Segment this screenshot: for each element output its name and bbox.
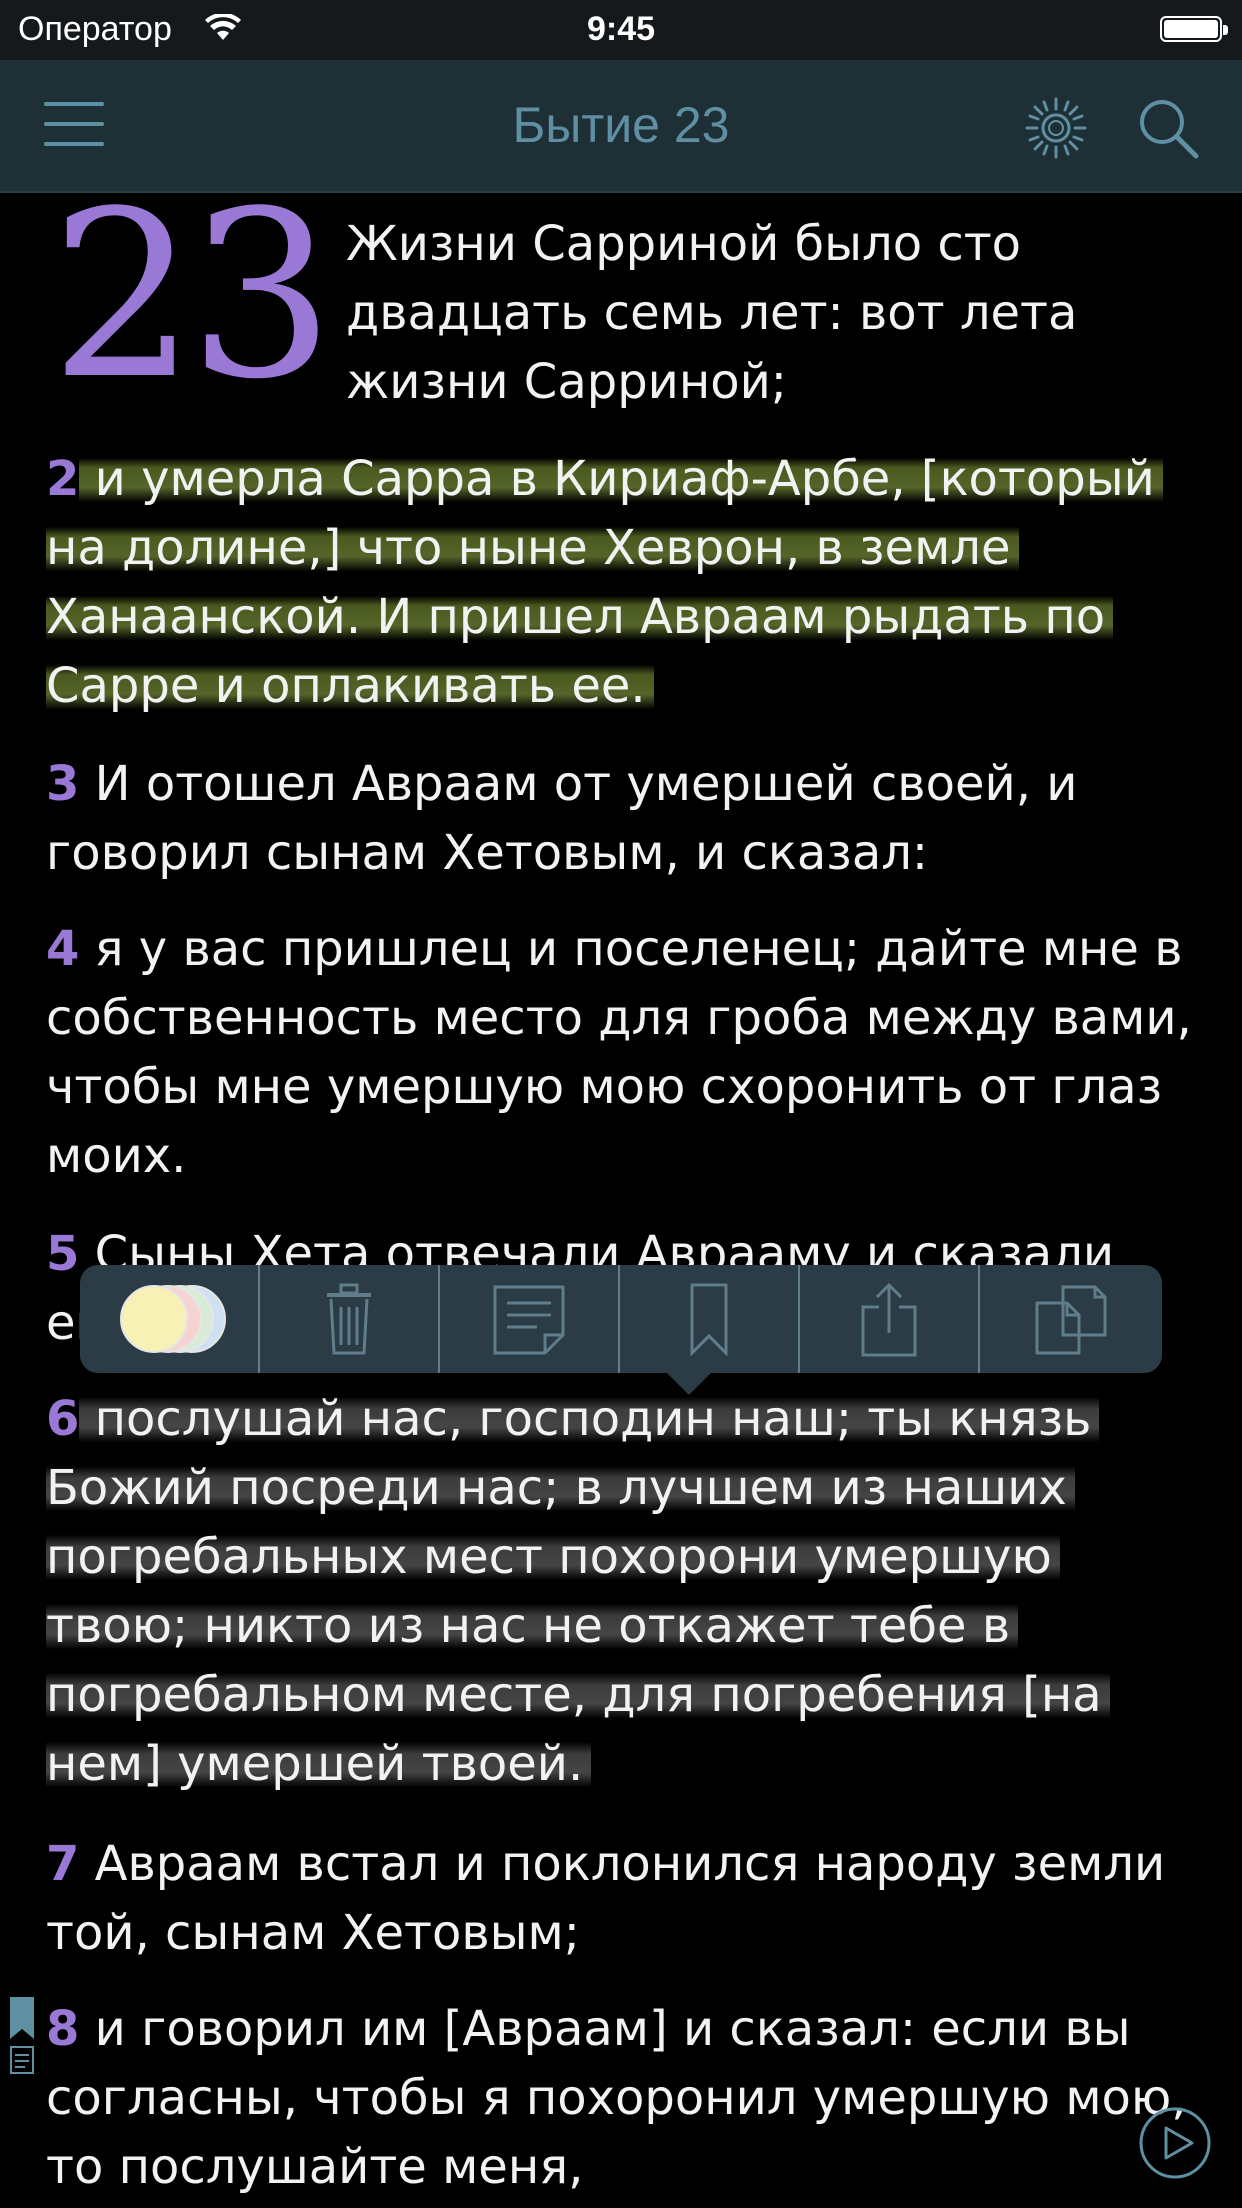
verse-action-popover — [80, 1265, 1162, 1395]
play-icon[interactable] — [1138, 2106, 1212, 2180]
battery-icon — [1160, 16, 1228, 42]
verse-6[interactable]: 6 послушай нас, господин наш; ты князь Б… — [46, 1385, 1206, 1799]
verse-3[interactable]: 3 И отошел Авраам от умершей своей, и го… — [46, 750, 1206, 888]
verse-1[interactable]: Жизни Сарриной было сто двадцать семь ле… — [346, 210, 1206, 417]
verse-number: 6 — [46, 1391, 80, 1447]
copy-button[interactable] — [980, 1265, 1162, 1373]
verse-4[interactable]: 4 я у вас пришлец и поселенец; дайте мне… — [46, 915, 1206, 1191]
popover-arrow — [665, 1371, 713, 1395]
verse-number: 8 — [46, 2001, 80, 2057]
verse-text: я у вас пришлец и поселенец; дайте мне в… — [46, 921, 1192, 1184]
highlight-colors-icon — [116, 1285, 226, 1353]
note-icon — [493, 1285, 565, 1355]
verse-number: 7 — [46, 1836, 80, 1892]
verse-8[interactable]: 8 и говорил им [Авраам] и сказал: если в… — [46, 1995, 1206, 2202]
share-button[interactable] — [800, 1265, 978, 1373]
copy-icon — [1035, 1285, 1107, 1355]
verse-number: 5 — [46, 1226, 80, 1282]
sun-icon[interactable] — [1024, 96, 1088, 160]
verse-number: 3 — [46, 756, 80, 812]
verse-text: и говорил им [Авраам] и сказал: если вы … — [46, 2001, 1187, 2195]
verse-number: 4 — [46, 921, 80, 977]
clock: 9:45 — [586, 10, 656, 48]
share-icon — [861, 1282, 917, 1357]
bookmark-button[interactable] — [620, 1265, 798, 1373]
status-bar: Оператор 9:45 — [0, 0, 1242, 60]
trash-icon — [327, 1283, 371, 1355]
bookmark-note-marker-icon[interactable] — [8, 1995, 36, 2079]
verse-2[interactable]: 2 и умерла Сарра в Кириаф-Арбе, [который… — [46, 445, 1206, 721]
note-button[interactable] — [440, 1265, 618, 1373]
verse-text-highlighted: и умерла Сарра в Кириаф-Арбе, [который н… — [46, 451, 1163, 714]
verse-text: Жизни Сарриной было сто двадцать семь ле… — [346, 216, 1078, 410]
color-picker-button[interactable] — [80, 1265, 258, 1373]
bookmark-icon — [690, 1283, 728, 1356]
verse-text: И отошел Авраам от умершей своей, и гово… — [46, 756, 1078, 881]
chapter-number: 23 — [50, 163, 335, 430]
delete-button[interactable] — [260, 1265, 438, 1373]
verse-7[interactable]: 7 Авраам встал и поклонился народу земли… — [46, 1830, 1206, 1968]
search-icon[interactable] — [1136, 96, 1200, 160]
verse-text-highlighted: послушай нас, господин наш; ты князь Бож… — [46, 1391, 1110, 1792]
verse-number: 2 — [46, 451, 80, 507]
verse-text: Авраам встал и поклонился народу земли т… — [46, 1836, 1166, 1961]
